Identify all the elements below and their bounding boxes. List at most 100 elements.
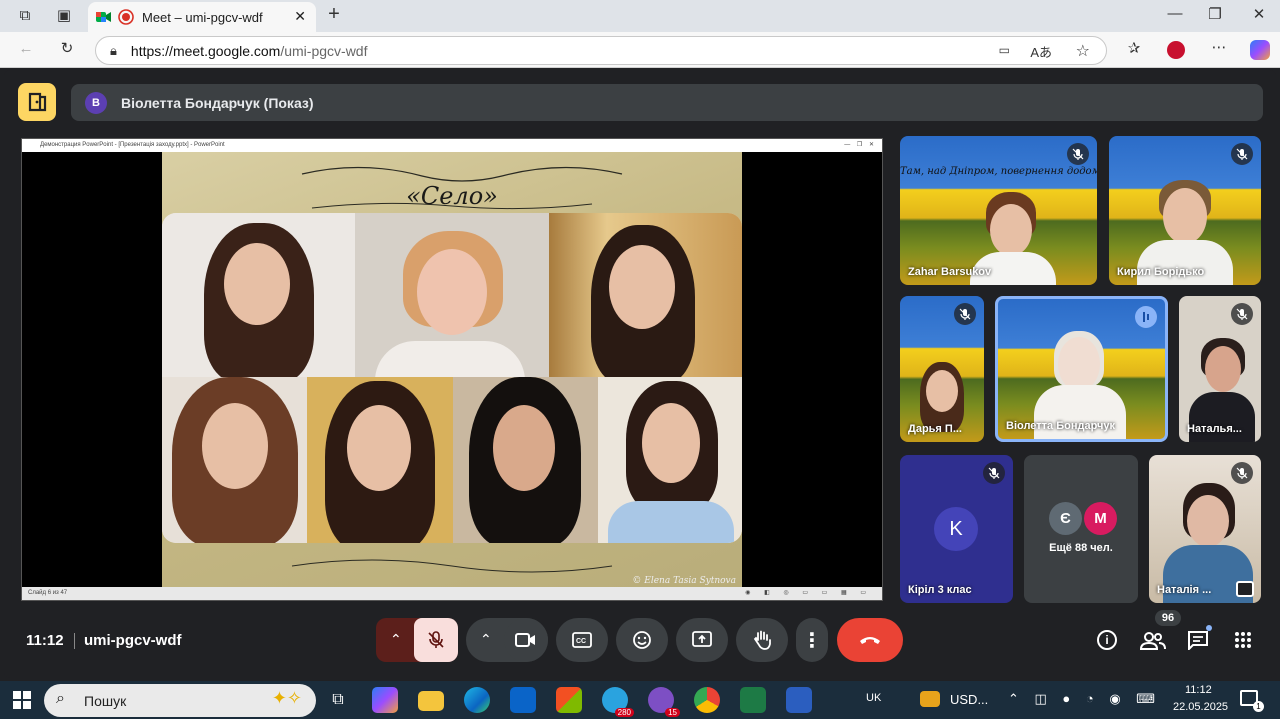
more-participants-tile[interactable]: Є М Ещё 88 чел. <box>1024 455 1138 603</box>
participant-name: Zahar Barsukov <box>908 266 992 278</box>
new-tab-button[interactable]: + <box>325 4 343 24</box>
meet-window: В Віолетта Бондарчук (Показ) Демонстраци… <box>4 70 1276 678</box>
keyboard-lang[interactable]: UK <box>866 692 881 704</box>
singer-video-5 <box>307 377 453 543</box>
video-options-chevron-icon[interactable]: ⌃ <box>480 631 492 648</box>
minimize-button[interactable]: — <box>1166 6 1184 22</box>
more-options-button[interactable]: ⋮ <box>796 618 828 662</box>
chrome-icon[interactable] <box>694 687 720 713</box>
apps-grid-icon <box>1235 632 1251 648</box>
mic-off-icon <box>428 631 444 648</box>
search-highlight-icon: ✦✧ <box>271 688 302 708</box>
reactions-button[interactable] <box>616 618 668 662</box>
pip-icon[interactable] <box>1236 581 1254 597</box>
notification-count: 1 <box>1253 701 1264 712</box>
notification-icon[interactable]: 1 <box>1240 690 1264 712</box>
camera-control-group: ⌃ <box>466 618 548 662</box>
back-icon[interactable]: ← <box>17 41 35 57</box>
participant-tile-4-speaking[interactable]: Віолетта Бондарчук <box>995 296 1168 442</box>
muted-mic-icon <box>954 303 976 325</box>
search-icon: ⌕ <box>56 690 65 707</box>
participant-tile-6[interactable]: K Кірiл 3 клас <box>900 455 1013 603</box>
leave-call-button[interactable] <box>837 618 903 662</box>
camera-button[interactable] <box>504 618 548 662</box>
muted-mic-icon <box>983 462 1005 484</box>
meeting-info-icon[interactable]: i <box>1097 630 1117 650</box>
audio-options-chevron-icon[interactable]: ⌃ <box>390 631 402 648</box>
muted-mic-icon <box>1231 143 1253 165</box>
slide-title: «Село» <box>406 182 498 210</box>
people-button[interactable] <box>1140 626 1168 654</box>
camera-in-use-icon[interactable]: ▭ <box>999 43 1010 57</box>
store-icon[interactable] <box>556 687 582 713</box>
taskbar-search[interactable]: ⌕ Пошук ✦✧ <box>44 684 316 717</box>
address-bar-row: ← ↻ 🔒︎ https://meet.google.com/umi-pgcv-… <box>0 32 1280 68</box>
view-buttons: ◉ ◧ ◎ ▭ ▭ ▦ ▭ <box>745 590 872 596</box>
singer-video-6 <box>453 377 598 543</box>
outlook-icon[interactable] <box>510 687 536 713</box>
raise-hand-button[interactable] <box>736 618 788 662</box>
clock-time[interactable]: 11:12 <box>1185 684 1212 696</box>
tab-close-icon[interactable]: ✕ <box>294 8 306 25</box>
muted-mic-icon <box>1231 462 1253 484</box>
extension-icon[interactable] <box>1167 41 1185 59</box>
chat-icon <box>1188 631 1208 652</box>
participant-tile-2[interactable]: Кирил Борідько <box>1109 136 1261 285</box>
avatar-ye: Є <box>1049 502 1082 535</box>
close-window-button[interactable]: ✕ <box>1250 7 1268 23</box>
maximize-button[interactable]: ❐ <box>1206 7 1224 23</box>
url-path: /umi-pgcv-wdf <box>280 42 368 59</box>
copilot-app-icon[interactable] <box>372 687 398 713</box>
search-placeholder: Пошук <box>84 692 127 709</box>
present-layout-icon[interactable] <box>18 83 56 121</box>
telegram-icon[interactable]: 280 <box>602 687 634 717</box>
clock-date[interactable]: 22.05.2025 <box>1173 701 1228 713</box>
favorite-star-icon[interactable]: ☆ <box>1076 41 1090 61</box>
refresh-icon[interactable]: ↻ <box>58 41 76 57</box>
participant-tile-3[interactable]: Дарья П... <box>900 296 984 442</box>
ppt-window-controls: — ❐ ✕ <box>844 142 874 148</box>
participant-avatar: K <box>934 507 978 551</box>
meeting-time: 11:12 <box>26 632 64 649</box>
captions-button[interactable]: CC <box>556 618 608 662</box>
excel-icon[interactable] <box>740 687 766 713</box>
participant-tile-1[interactable]: Там, над Дніпром, повернення додому Zaha… <box>900 136 1097 285</box>
participant-name: Наталія ... <box>1157 584 1212 596</box>
people-icon <box>1140 632 1166 650</box>
copilot-icon[interactable] <box>1250 40 1270 60</box>
more-menu-icon[interactable]: ⋯ <box>1210 40 1228 56</box>
edge-icon[interactable] <box>464 687 490 713</box>
slide: «Село» © Elena Tasia Sytnova <box>162 152 742 588</box>
meet-logo-icon <box>96 12 111 22</box>
activities-button[interactable] <box>1234 631 1252 649</box>
windows-start-icon[interactable] <box>13 691 31 709</box>
participant-name: Віолетта Бондарчук <box>1006 420 1116 432</box>
file-explorer-icon[interactable] <box>418 691 444 711</box>
chat-unread-dot <box>1206 625 1212 631</box>
ticker-text[interactable]: USD... <box>950 692 988 707</box>
tab-meet[interactable]: Meet – umi-pgcv-wdf ✕ <box>88 2 316 32</box>
participant-tile-7[interactable]: Наталія ... <box>1149 455 1261 603</box>
read-aloud-icon[interactable]: Aあ <box>1030 42 1052 61</box>
divider <box>74 633 75 649</box>
url-field[interactable]: 🔒︎ https://meet.google.com/umi-pgcv-wdf … <box>95 36 1107 65</box>
chat-button[interactable] <box>1187 625 1212 652</box>
presenter-bar: В Віолетта Бондарчук (Показ) <box>71 84 1263 121</box>
shared-screen[interactable]: Демонстрация PowerPoint - [Презентація з… <box>21 138 883 601</box>
participant-tile-5[interactable]: Наталья... <box>1179 296 1261 442</box>
word-icon[interactable] <box>786 687 812 713</box>
present-screen-button[interactable] <box>676 618 728 662</box>
favorites-icon[interactable]: ✰ <box>1125 41 1143 57</box>
singer-video-3 <box>549 213 742 377</box>
viber-icon[interactable]: 15 <box>648 687 680 717</box>
task-view-icon[interactable]: ⧉ <box>325 687 351 713</box>
mic-off-button[interactable] <box>414 618 458 662</box>
system-tray-icons[interactable]: ⌃ ◫ ● ◔ ◉ ⌨ <box>1008 691 1161 707</box>
tab-actions-icon[interactable]: ▣ <box>55 8 73 24</box>
ppt-title: Демонстрация PowerPoint - [Презентація з… <box>40 142 225 148</box>
present-icon <box>692 631 712 647</box>
end-call-icon <box>860 637 880 644</box>
tab-title: Meet – umi-pgcv-wdf <box>142 9 263 25</box>
workspaces-icon[interactable]: ⧉ <box>16 8 34 24</box>
viber-badge: 15 <box>665 708 680 717</box>
